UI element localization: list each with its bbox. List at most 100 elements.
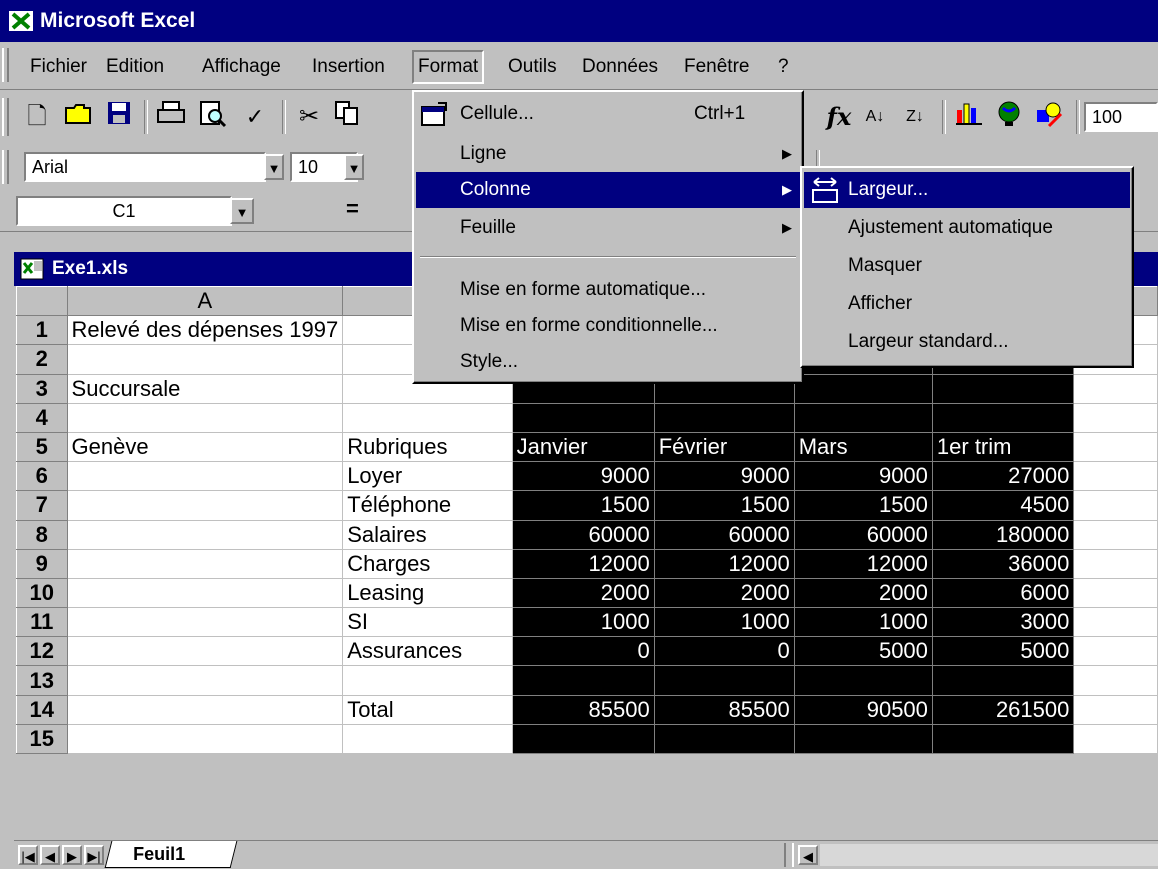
row-header[interactable]: 13 [16, 665, 68, 696]
zoom-box[interactable]: 100 [1084, 102, 1158, 132]
menu-help[interactable]: ? [774, 52, 793, 82]
cell-b[interactable]: Salaires [342, 520, 513, 550]
first-sheet-icon[interactable]: |◀ [18, 845, 38, 865]
sort-ascending-icon[interactable]: A↓ [858, 100, 892, 134]
cell-a[interactable] [67, 665, 344, 696]
toolbar-grip[interactable] [2, 98, 9, 136]
row-header[interactable]: 9 [16, 548, 68, 579]
cell-g[interactable] [1073, 520, 1158, 550]
cell-f[interactable]: 1er trim [932, 432, 1075, 463]
cell-f[interactable]: 4500 [932, 490, 1075, 521]
cell-a[interactable] [67, 490, 344, 521]
cell-g[interactable] [1073, 636, 1158, 667]
cell-g[interactable] [1073, 665, 1158, 696]
cell-f[interactable] [932, 665, 1075, 696]
select-all-corner[interactable] [16, 285, 68, 317]
cell-d[interactable]: Février [654, 432, 795, 463]
cell-g[interactable] [1073, 432, 1158, 463]
cell-f[interactable] [932, 724, 1075, 755]
cell-c[interactable]: 60000 [512, 520, 655, 550]
horizontal-scrollbar[interactable] [820, 844, 1158, 866]
cell-e[interactable]: 1000 [794, 607, 933, 638]
row-header[interactable]: 11 [16, 607, 68, 638]
cell-c[interactable] [512, 403, 655, 433]
cell-b[interactable]: Charges [342, 549, 513, 579]
colonne-menu-masquer[interactable]: Masquer [804, 248, 1130, 284]
cell-d[interactable] [654, 403, 795, 433]
cell-c[interactable] [512, 724, 655, 755]
cell-e[interactable] [794, 403, 933, 433]
row-header[interactable]: 12 [16, 636, 68, 667]
cell-f[interactable]: 27000 [932, 461, 1075, 492]
menu-fichier[interactable]: Fichier [26, 52, 91, 82]
menu-outils[interactable]: Outils [504, 52, 561, 82]
cell-e[interactable]: 60000 [794, 520, 933, 550]
cell-f[interactable]: 5000 [932, 636, 1075, 667]
format-menu-mise-en-forme-cond[interactable]: Mise en forme conditionnelle... [416, 308, 800, 344]
font-name-select[interactable]: Arial [24, 152, 266, 182]
print-icon[interactable] [154, 100, 188, 134]
cell-e[interactable] [794, 665, 933, 696]
cell-b[interactable] [342, 403, 513, 433]
menu-donnees[interactable]: Données [578, 52, 662, 82]
cell-f[interactable]: 6000 [932, 578, 1075, 609]
colonne-menu-ajustement[interactable]: Ajustement automatique [804, 210, 1130, 246]
menu-edition[interactable]: Edition [102, 52, 168, 82]
cell-e[interactable]: Mars [794, 432, 933, 463]
cell-b[interactable]: SI [342, 607, 513, 638]
format-menu-style[interactable]: Style... [416, 344, 800, 380]
format-menu-ligne[interactable]: Ligne ▶ [416, 136, 800, 172]
cell-d[interactable]: 0 [654, 636, 795, 667]
row-header[interactable]: 2 [16, 344, 68, 375]
cell-a[interactable] [67, 403, 344, 433]
colonne-menu-largeur[interactable]: Largeur... [804, 172, 1130, 208]
chart-wizard-icon[interactable] [952, 100, 986, 134]
cell-a[interactable] [67, 578, 344, 609]
cell-d[interactable]: 85500 [654, 695, 795, 725]
spelling-check-icon[interactable]: ✓ [238, 100, 272, 134]
cell-a[interactable] [67, 695, 344, 725]
last-sheet-icon[interactable]: ▶| [84, 845, 104, 865]
open-folder-icon[interactable] [62, 100, 96, 134]
cell-e[interactable]: 9000 [794, 461, 933, 492]
cell-a[interactable] [67, 520, 344, 550]
cell-d[interactable] [654, 724, 795, 755]
app-title-bar[interactable]: Microsoft Excel [0, 0, 1158, 42]
row-header[interactable]: 4 [16, 402, 68, 433]
menubar-grip[interactable] [2, 48, 9, 82]
formula-equals-button[interactable]: = [346, 196, 359, 222]
menu-format[interactable]: Format [412, 50, 485, 84]
cell-d[interactable]: 60000 [654, 520, 795, 550]
cell-a[interactable] [67, 461, 344, 492]
cell-e[interactable]: 2000 [794, 578, 933, 609]
scroll-left-icon[interactable]: ◀ [798, 845, 818, 865]
cell-g[interactable] [1073, 549, 1158, 579]
cell-g[interactable] [1073, 403, 1158, 433]
cell-d[interactable]: 12000 [654, 549, 795, 579]
cell-a[interactable] [67, 549, 344, 579]
row-header[interactable]: 1 [16, 315, 68, 346]
cell-c[interactable]: 2000 [512, 578, 655, 609]
sheet-tab-feuil1[interactable]: Feuil1 [104, 841, 238, 868]
cell-b[interactable]: Loyer [342, 461, 513, 492]
row-header[interactable]: 10 [16, 577, 68, 609]
column-header-a[interactable]: A [66, 285, 344, 317]
cell-g[interactable] [1073, 578, 1158, 609]
cell-c[interactable]: 12000 [512, 549, 655, 579]
cell-c[interactable]: 1000 [512, 607, 655, 638]
cell-f[interactable] [932, 374, 1075, 404]
cell-f[interactable]: 36000 [932, 549, 1075, 579]
cell-a[interactable] [67, 344, 344, 375]
cut-scissors-icon[interactable]: ✂ [292, 100, 326, 134]
cell-b[interactable]: Assurances [342, 636, 513, 667]
tab-split-handle[interactable] [784, 843, 794, 867]
cell-e[interactable]: 90500 [794, 695, 933, 725]
colonne-menu-largeur-standard[interactable]: Largeur standard... [804, 324, 1130, 360]
cell-b[interactable] [342, 665, 513, 696]
format-menu-mise-en-forme-auto[interactable]: Mise en forme automatique... [416, 272, 800, 308]
name-box-dropdown-icon[interactable]: ▼ [230, 198, 254, 224]
cell-d[interactable]: 1500 [654, 490, 795, 521]
cell-c[interactable]: Janvier [512, 432, 655, 463]
cell-g[interactable] [1073, 461, 1158, 492]
cell-a[interactable]: Genève [67, 432, 344, 463]
